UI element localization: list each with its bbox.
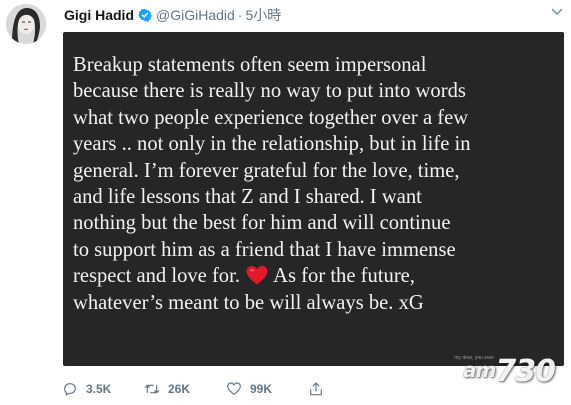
- like-button[interactable]: 99K: [226, 381, 308, 397]
- verified-badge-icon: [138, 8, 152, 22]
- retweet-icon: [144, 384, 160, 394]
- statement-text: Breakup statements often seem impersonal…: [73, 52, 558, 316]
- share-button[interactable]: [308, 381, 324, 397]
- author-name[interactable]: Gigi Hadid: [64, 7, 134, 23]
- reply-button[interactable]: 3.5K: [62, 381, 144, 397]
- like-count: 99K: [250, 382, 273, 396]
- reply-count: 3.5K: [86, 382, 112, 396]
- tweet-actions: 3.5K 26K 99K: [62, 381, 324, 397]
- tweet: Gigi Hadid @GiGiHadid · 5小時 Breakup stat…: [0, 0, 571, 405]
- author-handle[interactable]: @GiGiHadid: [156, 7, 235, 23]
- share-icon: [310, 382, 322, 396]
- red-heart-emoji: [246, 266, 268, 285]
- am730-watermark: am730: [463, 354, 556, 389]
- watermark-number: 730: [495, 354, 556, 389]
- chevron-down-icon[interactable]: [551, 6, 563, 18]
- statement-text-part1: Breakup statements often seem impersonal…: [73, 54, 471, 288]
- retweet-button[interactable]: 26K: [144, 381, 226, 397]
- reply-icon: [64, 383, 76, 396]
- tweet-header: Gigi Hadid @GiGiHadid · 5小時: [64, 5, 551, 25]
- avatar[interactable]: [6, 4, 46, 44]
- avatar-photo: [6, 4, 46, 44]
- meta-separator: ·: [237, 7, 243, 23]
- tweet-timestamp[interactable]: 5小時: [245, 5, 281, 25]
- retweet-count: 26K: [168, 382, 191, 396]
- watermark-prefix: am: [463, 358, 496, 382]
- like-heart-icon: [227, 382, 241, 395]
- statement-image-card[interactable]: Breakup statements often seem impersonal…: [63, 32, 564, 366]
